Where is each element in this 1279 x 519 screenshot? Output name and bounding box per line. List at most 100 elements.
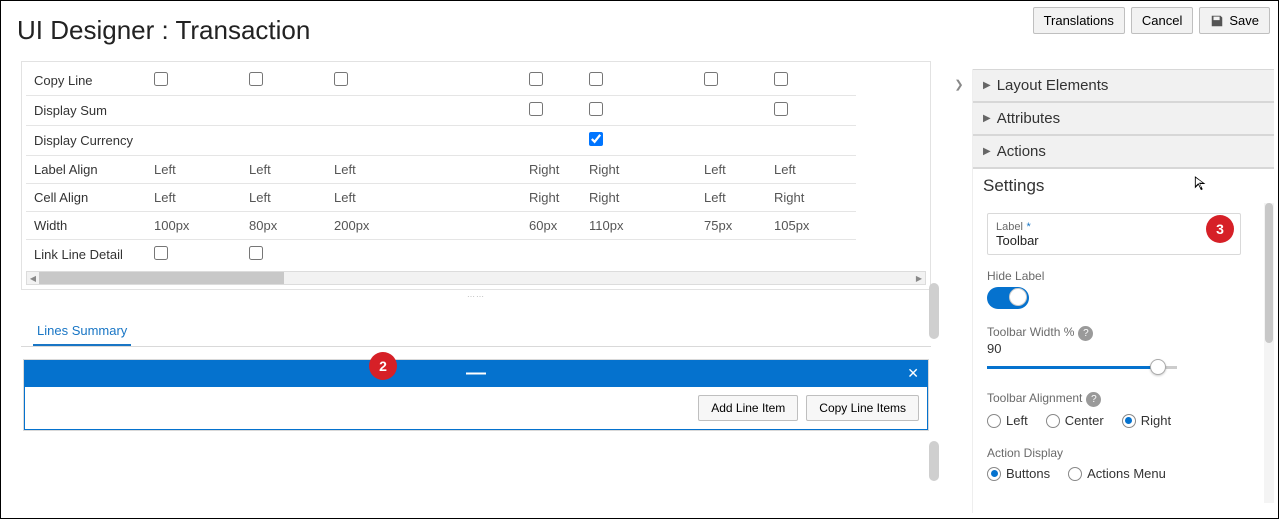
copy-line-checkbox[interactable] <box>334 72 348 86</box>
table-cell <box>241 126 326 156</box>
action-display-label: Action Display <box>987 446 1260 460</box>
table-cell <box>696 66 766 96</box>
copy-line-checkbox[interactable] <box>529 72 543 86</box>
table-cell <box>326 66 521 96</box>
table-cell: Left <box>696 184 766 212</box>
table-cell <box>766 126 856 156</box>
copy-line-checkbox[interactable] <box>249 72 263 86</box>
translations-button[interactable]: Translations <box>1033 7 1125 34</box>
copy-line-items-button[interactable]: Copy Line Items <box>806 395 919 421</box>
save-button-label: Save <box>1229 13 1259 28</box>
section-actions-label: Actions <box>997 143 1046 160</box>
table-cell <box>581 126 671 156</box>
link-line-detail-checkbox[interactable] <box>249 246 263 260</box>
table-cell: Cell Align <box>26 184 146 212</box>
copy-line-checkbox[interactable] <box>704 72 718 86</box>
horizontal-scrollbar[interactable]: ◀ ▶ <box>26 271 926 285</box>
table-cell: Display Sum <box>26 96 146 126</box>
label-field-value: Toolbar <box>996 233 1232 248</box>
alignment-radio-right[interactable]: Right <box>1122 413 1171 428</box>
help-icon[interactable]: ? <box>1086 392 1101 407</box>
hide-label-toggle[interactable] <box>987 287 1029 309</box>
toolbar-alignment-label: Toolbar Alignment <box>987 391 1082 405</box>
table-cell: 200px <box>326 212 521 240</box>
callout-2: 2 <box>369 352 397 380</box>
label-field-label: Label <box>996 221 1023 233</box>
table-row: Display Sum <box>26 96 856 126</box>
action-display-radio-menu[interactable]: Actions Menu <box>1068 466 1166 481</box>
toolbar-width-label: Toolbar Width % <box>987 325 1074 339</box>
panel-collapse-toggle[interactable]: ❯ <box>953 74 965 94</box>
resize-handle[interactable]: ⋯⋯ <box>11 290 941 303</box>
table-cell: Right <box>521 184 581 212</box>
table-cell <box>671 184 696 212</box>
toolbar-width-slider[interactable] <box>987 366 1177 369</box>
table-row: Copy Line <box>26 66 856 96</box>
vertical-scrollbar-summary[interactable] <box>929 441 939 481</box>
table-cell <box>581 66 671 96</box>
table-cell: Left <box>696 156 766 184</box>
table-cell <box>671 126 696 156</box>
table-cell: Display Currency <box>26 126 146 156</box>
table-cell: Left <box>326 156 521 184</box>
table-cell <box>671 96 696 126</box>
close-icon[interactable]: ✕ <box>907 365 919 382</box>
table-cell <box>581 240 671 270</box>
table-cell <box>241 66 326 96</box>
table-cell: Right <box>766 184 856 212</box>
add-line-item-button[interactable]: Add Line Item <box>698 395 798 421</box>
table-row: Label AlignLeftLeftLeftRightRightLeftLef… <box>26 156 856 184</box>
alignment-radio-center[interactable]: Center <box>1046 413 1104 428</box>
cancel-button[interactable]: Cancel <box>1131 7 1193 34</box>
action-display-radio-buttons[interactable]: Buttons <box>987 466 1050 481</box>
tab-lines-summary[interactable]: Lines Summary <box>33 317 131 346</box>
table-cell <box>146 240 241 270</box>
table-cell <box>671 212 696 240</box>
section-actions[interactable]: ▶Actions <box>973 135 1274 168</box>
table-cell: 110px <box>581 212 671 240</box>
save-icon <box>1210 14 1224 28</box>
properties-grid: Copy LineDisplay SumDisplay CurrencyLabe… <box>26 66 926 285</box>
section-attributes-label: Attributes <box>997 110 1060 127</box>
table-cell <box>696 126 766 156</box>
table-cell <box>581 96 671 126</box>
display-currency-checkbox[interactable] <box>589 132 603 146</box>
table-cell: Label Align <box>26 156 146 184</box>
help-icon[interactable]: ? <box>1078 326 1093 341</box>
table-cell <box>671 156 696 184</box>
copy-line-checkbox[interactable] <box>589 72 603 86</box>
table-cell: Left <box>766 156 856 184</box>
display-sum-checkbox[interactable] <box>589 102 603 116</box>
table-row: Width100px80px200px60px110px75px105px <box>26 212 856 240</box>
scrollbar-thumb[interactable] <box>39 272 284 284</box>
table-cell <box>766 240 856 270</box>
table-cell <box>241 96 326 126</box>
table-cell: Link Line Detail <box>26 240 146 270</box>
section-attributes[interactable]: ▶Attributes <box>973 102 1274 135</box>
save-button[interactable]: Save <box>1199 7 1270 34</box>
table-cell <box>146 96 241 126</box>
vertical-scrollbar-main[interactable] <box>929 283 939 339</box>
toolbar-header-selected[interactable]: — ✕ <box>24 360 928 386</box>
collapse-icon[interactable]: — <box>466 362 486 385</box>
table-cell <box>521 126 581 156</box>
scroll-left-arrow[interactable]: ◀ <box>27 274 39 283</box>
table-cell <box>671 240 696 270</box>
table-cell: Right <box>521 156 581 184</box>
copy-line-checkbox[interactable] <box>154 72 168 86</box>
display-sum-checkbox[interactable] <box>774 102 788 116</box>
table-cell: 60px <box>521 212 581 240</box>
chevron-right-icon: ▶ <box>983 80 991 91</box>
slider-thumb[interactable] <box>1150 359 1166 375</box>
section-layout-elements[interactable]: ▶Layout Elements <box>973 69 1274 102</box>
table-cell: Width <box>26 212 146 240</box>
label-input[interactable]: Label * Toolbar <box>987 213 1241 255</box>
table-cell: Left <box>241 156 326 184</box>
settings-scrollbar[interactable] <box>1264 203 1274 503</box>
copy-line-checkbox[interactable] <box>774 72 788 86</box>
link-line-detail-checkbox[interactable] <box>154 246 168 260</box>
display-sum-checkbox[interactable] <box>529 102 543 116</box>
table-cell: Right <box>581 184 671 212</box>
scroll-right-arrow[interactable]: ▶ <box>913 274 925 283</box>
alignment-radio-left[interactable]: Left <box>987 413 1028 428</box>
